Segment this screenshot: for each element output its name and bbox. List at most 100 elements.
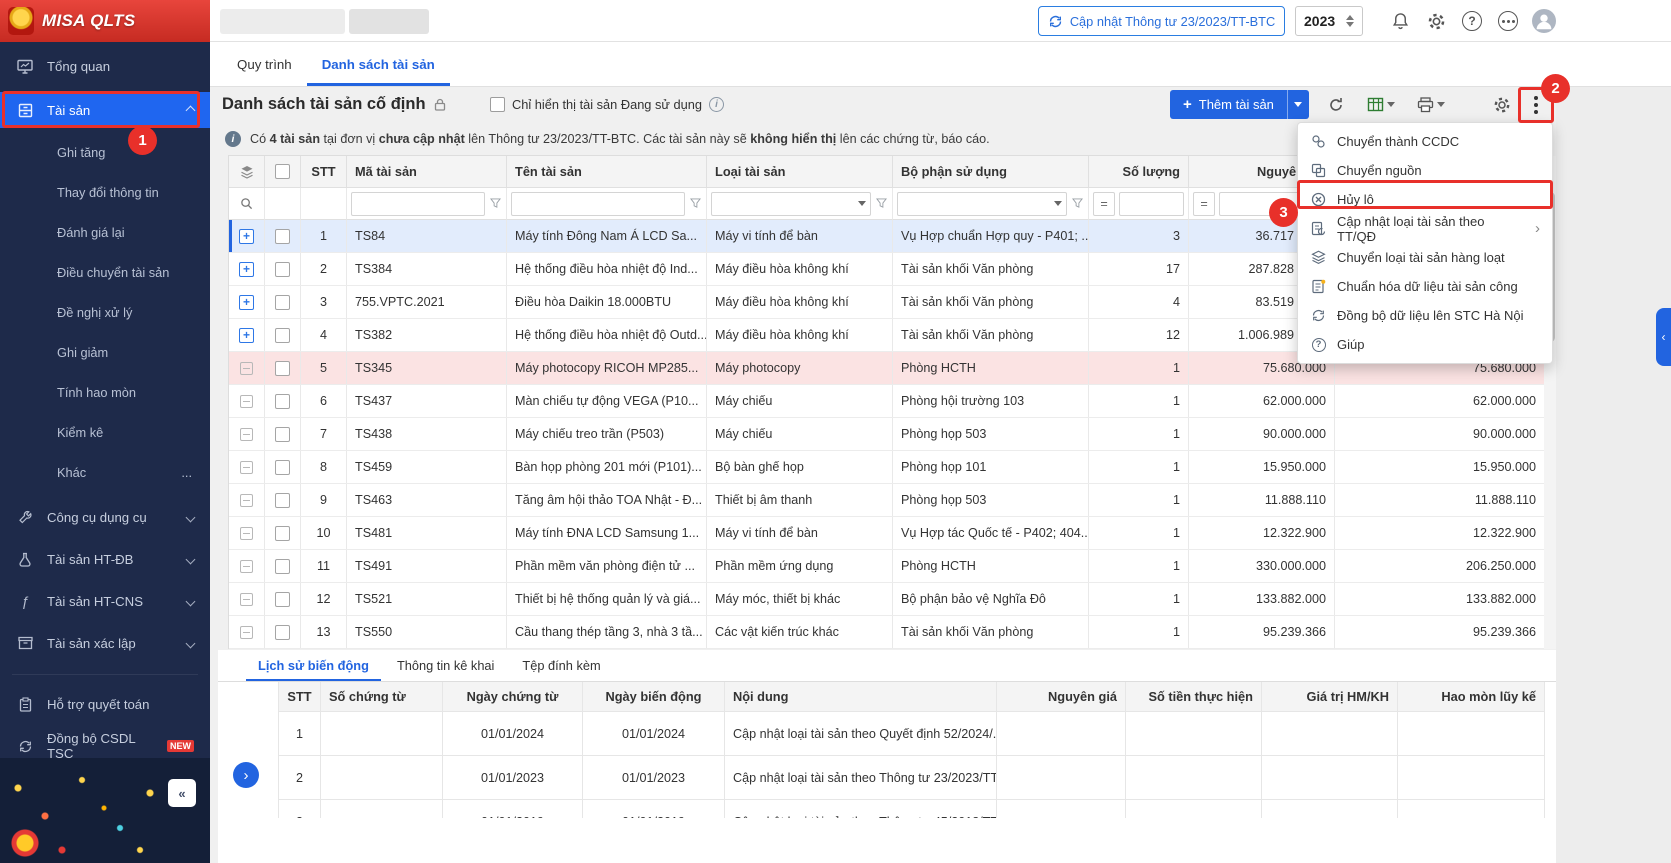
expand-plus-icon[interactable]: + xyxy=(239,295,254,310)
filter-funnel-icon[interactable] xyxy=(1071,198,1084,209)
asset-table-row[interactable]: 8TS459Bàn họp phòng 201 mới (P101)...Bộ … xyxy=(229,451,1545,484)
menu-item-chuyen-nguon[interactable]: Chuyển nguồn xyxy=(1298,156,1552,185)
only-in-use-checkbox[interactable] xyxy=(490,97,505,112)
sidebar-item-de-nghi-xu-ly[interactable]: Đề nghị xử lý xyxy=(0,292,210,332)
add-asset-dropdown[interactable] xyxy=(1287,90,1309,119)
single-asset-icon xyxy=(240,494,253,507)
row-checkbox[interactable] xyxy=(275,427,290,442)
tab-quy-trinh[interactable]: Quy trình xyxy=(222,42,307,86)
filter-input-name[interactable] xyxy=(511,192,685,216)
row-checkbox[interactable] xyxy=(275,592,290,607)
menu-item-chuan-hoa-du-lieu[interactable]: Chuẩn hóa dữ liệu tài sản công xyxy=(1298,272,1552,301)
add-asset-button[interactable]: +Thêm tài sản xyxy=(1170,90,1309,119)
row-type-cell xyxy=(229,385,265,417)
filter-funnel-icon[interactable] xyxy=(489,198,502,209)
menu-item-chuyen-thanh-ccdc[interactable]: Chuyển thành CCDC xyxy=(1298,127,1552,156)
sidebar-item-tong-quan[interactable]: Tổng quan xyxy=(0,46,210,86)
row-checkbox[interactable] xyxy=(275,526,290,541)
sidebar-item-ho-tro-quyet-toan[interactable]: Hỗ trợ quyết toán xyxy=(0,684,210,724)
column-layout-button[interactable] xyxy=(1360,90,1402,119)
tab-thong-tin-ke-khai[interactable]: Thông tin kê khai xyxy=(385,650,506,681)
sidebar-item-ghi-tang[interactable]: Ghi tăng xyxy=(0,132,210,172)
sidebar-item-dieu-chuyen-tai-san[interactable]: Điều chuyển tài sản xyxy=(0,252,210,292)
tet-ornament-icon xyxy=(8,7,34,35)
row-checkbox[interactable] xyxy=(275,460,290,475)
asset-table-row[interactable]: 13TS550Cầu thang thép tầng 3, nhà 3 tầ..… xyxy=(229,616,1545,649)
tab-label: Tệp đính kèm xyxy=(522,658,600,673)
sidebar-item-ghi-giam[interactable]: Ghi giảm xyxy=(0,332,210,372)
row-checkbox[interactable] xyxy=(275,625,290,640)
expand-plus-icon[interactable]: + xyxy=(239,262,254,277)
asset-table-row[interactable]: 11TS491Phần mềm văn phòng điện tử ...Phầ… xyxy=(229,550,1545,583)
fiscal-year-selector[interactable]: 2023 xyxy=(1295,6,1363,36)
sidebar-item-tai-san-ht-cns[interactable]: ƒ Tài sản HT-CNS xyxy=(0,580,210,622)
expand-plus-icon[interactable]: + xyxy=(239,229,254,244)
tab-tep-dinh-kem[interactable]: Tệp đính kèm xyxy=(510,650,612,681)
history-table-row[interactable]: 201/01/202301/01/2023Cập nhật loại tài s… xyxy=(279,756,1546,800)
sidebar-item-tai-san[interactable]: Tài sản xyxy=(0,92,210,128)
refresh-button[interactable] xyxy=(1322,90,1350,119)
notification-bell-icon[interactable] xyxy=(1388,9,1412,33)
asset-table-row[interactable]: 9TS463Tăng âm hội thảo TOA Nhật - Đ...Th… xyxy=(229,484,1545,517)
sidebar-item-tai-san-ht-db[interactable]: Tài sản HT-ĐB xyxy=(0,538,210,580)
sidebar-item-tai-san-xac-lap[interactable]: Tài sản xác lập xyxy=(0,622,210,664)
sidebar-item-tinh-hao-mon[interactable]: Tính hao mòn xyxy=(0,372,210,412)
stt-cell: 2 xyxy=(301,253,347,285)
filter-select-type[interactable] xyxy=(711,192,871,216)
spinner-arrows-icon[interactable] xyxy=(1346,15,1354,27)
sidebar: MISA QLTS Tổng quan Tài sản Ghi tăng Tha… xyxy=(0,0,210,863)
user-avatar[interactable] xyxy=(1532,9,1556,33)
search-icon[interactable] xyxy=(240,197,253,210)
filter-funnel-icon[interactable] xyxy=(875,198,888,209)
row-checkbox[interactable] xyxy=(275,262,290,277)
history-table-body: 101/01/202401/01/2024Cập nhật loại tài s… xyxy=(279,712,1546,818)
filter-equals-operator[interactable]: = xyxy=(1093,192,1115,216)
row-checkbox[interactable] xyxy=(275,295,290,310)
expand-next-button[interactable]: › xyxy=(233,762,259,788)
row-checkbox[interactable] xyxy=(275,328,290,343)
sidebar-item-kiem-ke[interactable]: Kiểm kê xyxy=(0,412,210,452)
info-icon[interactable]: i xyxy=(709,97,724,112)
expand-plus-icon[interactable]: + xyxy=(239,328,254,343)
print-button[interactable] xyxy=(1410,90,1452,119)
menu-item-huy-lo[interactable]: Hủy lô xyxy=(1298,185,1552,214)
asset-table-row[interactable]: 12TS521Thiết bị hệ thống quản lý và giá.… xyxy=(229,583,1545,616)
tab-danh-sach-tai-san[interactable]: Danh sách tài sản xyxy=(307,42,450,86)
filter-input-code[interactable] xyxy=(351,192,485,216)
filter-select-dept[interactable] xyxy=(897,192,1067,216)
history-table-row[interactable]: 301/01/201901/01/2019Cập nhật loại tài s… xyxy=(279,800,1546,818)
help-icon[interactable]: ? xyxy=(1460,9,1484,33)
settings-gear-icon[interactable] xyxy=(1424,9,1448,33)
more-actions-button[interactable] xyxy=(1520,90,1552,119)
right-panel-toggle[interactable]: ‹ xyxy=(1656,308,1671,366)
row-checkbox[interactable] xyxy=(275,229,290,244)
sidebar-collapse-button[interactable]: « xyxy=(168,779,196,807)
row-checkbox[interactable] xyxy=(275,559,290,574)
sidebar-item-danh-gia-lai[interactable]: Đánh giá lại xyxy=(0,212,210,252)
row-checkbox[interactable] xyxy=(275,493,290,508)
menu-item-chuyen-loai-hang-loat[interactable]: Chuyển loại tài sản hàng loạt xyxy=(1298,243,1552,272)
sidebar-item-cong-cu-dung-cu[interactable]: Công cụ dụng cụ xyxy=(0,496,210,538)
select-all-checkbox[interactable] xyxy=(275,164,290,179)
filter-input-qty[interactable] xyxy=(1119,192,1184,216)
history-table-row[interactable]: 101/01/202401/01/2024Cập nhật loại tài s… xyxy=(279,712,1546,756)
asset-table-row[interactable]: 7TS438Máy chiếu treo trần (P503)Máy chiế… xyxy=(229,418,1545,451)
menu-item-giup[interactable]: ? Giúp xyxy=(1298,330,1552,359)
more-options-icon[interactable] xyxy=(1496,9,1520,33)
layers-icon[interactable] xyxy=(229,156,265,188)
row-checkbox[interactable] xyxy=(275,361,290,376)
sidebar-item-label: Tài sản HT-CNS xyxy=(47,594,143,609)
sidebar-item-thay-doi-thong-tin[interactable]: Thay đổi thông tin xyxy=(0,172,210,212)
filter-equals-operator[interactable]: = xyxy=(1193,192,1215,216)
sidebar-item-khac[interactable]: Khác ... xyxy=(0,452,210,492)
row-checkbox[interactable] xyxy=(275,394,290,409)
asset-table-row[interactable]: 10TS481Máy tính ĐNA LCD Samsung 1...Máy … xyxy=(229,517,1545,550)
menu-item-dong-bo-stc[interactable]: Đồng bộ dữ liệu lên STC Hà Nội xyxy=(1298,301,1552,330)
table-settings-gear-icon[interactable] xyxy=(1488,90,1516,119)
tab-lich-su-bien-dong[interactable]: Lịch sử biến động xyxy=(246,650,381,681)
filter-funnel-icon[interactable] xyxy=(689,198,702,209)
asset-table-row[interactable]: 6TS437Màn chiếu tự động VEGA (P10...Máy … xyxy=(229,385,1545,418)
update-circular-button[interactable]: Cập nhật Thông tư 23/2023/TT-BTC xyxy=(1038,6,1285,36)
menu-item-cap-nhat-loai-tai-san[interactable]: Cập nhật loại tài sản theo TT/QĐ › xyxy=(1298,214,1552,243)
history-cell: 01/01/2023 xyxy=(583,756,725,800)
